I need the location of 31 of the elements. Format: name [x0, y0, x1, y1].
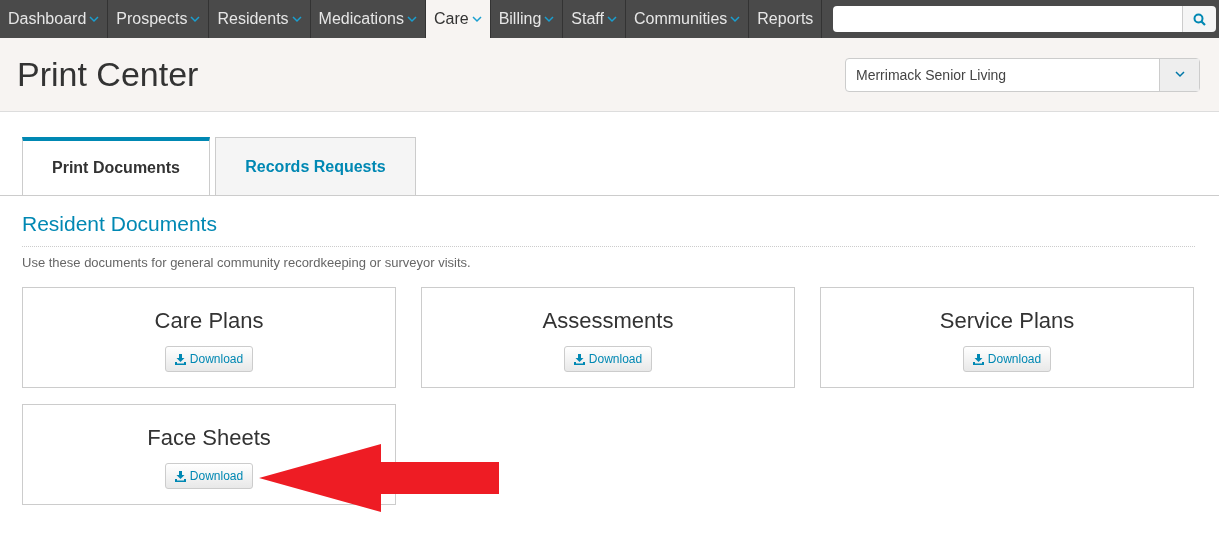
tab[interactable]: Print Documents	[22, 137, 210, 195]
download-icon	[573, 353, 585, 365]
search-button[interactable]	[1182, 6, 1216, 32]
tab[interactable]: Records Requests	[215, 137, 416, 195]
chevron-down-icon	[471, 15, 482, 23]
community-select[interactable]: Merrimack Senior Living	[845, 57, 1200, 92]
download-button[interactable]: Download	[164, 346, 254, 372]
card-title: Service Plans	[939, 308, 1075, 334]
download-button[interactable]: Download	[563, 346, 653, 372]
section-title: Resident Documents	[22, 212, 1195, 247]
download-icon	[174, 353, 186, 365]
card-title: Care Plans	[154, 308, 264, 334]
chevron-down-icon	[606, 15, 617, 23]
chevron-down-icon	[406, 15, 417, 23]
search-icon	[1193, 12, 1206, 26]
chevron-down-icon	[730, 15, 741, 23]
chevron-down-icon	[190, 15, 201, 23]
nav-item[interactable]: Care	[425, 0, 491, 38]
download-icon	[174, 470, 186, 482]
chevron-down-icon	[291, 15, 302, 23]
download-icon	[972, 353, 984, 365]
page-title: Print Center	[17, 55, 199, 94]
download-button[interactable]: Download	[962, 346, 1052, 372]
download-button[interactable]: Download	[164, 463, 254, 489]
chevron-down-icon	[89, 15, 100, 23]
chevron-down-icon	[1174, 71, 1185, 78]
section-description: Use these documents for general community recordkeeping or surveyor visits.	[22, 255, 472, 270]
chevron-down-icon	[544, 15, 555, 23]
card-title: Face Sheets	[147, 425, 271, 451]
card-title: Assessments	[542, 308, 674, 334]
search-field[interactable]	[833, 6, 1182, 32]
